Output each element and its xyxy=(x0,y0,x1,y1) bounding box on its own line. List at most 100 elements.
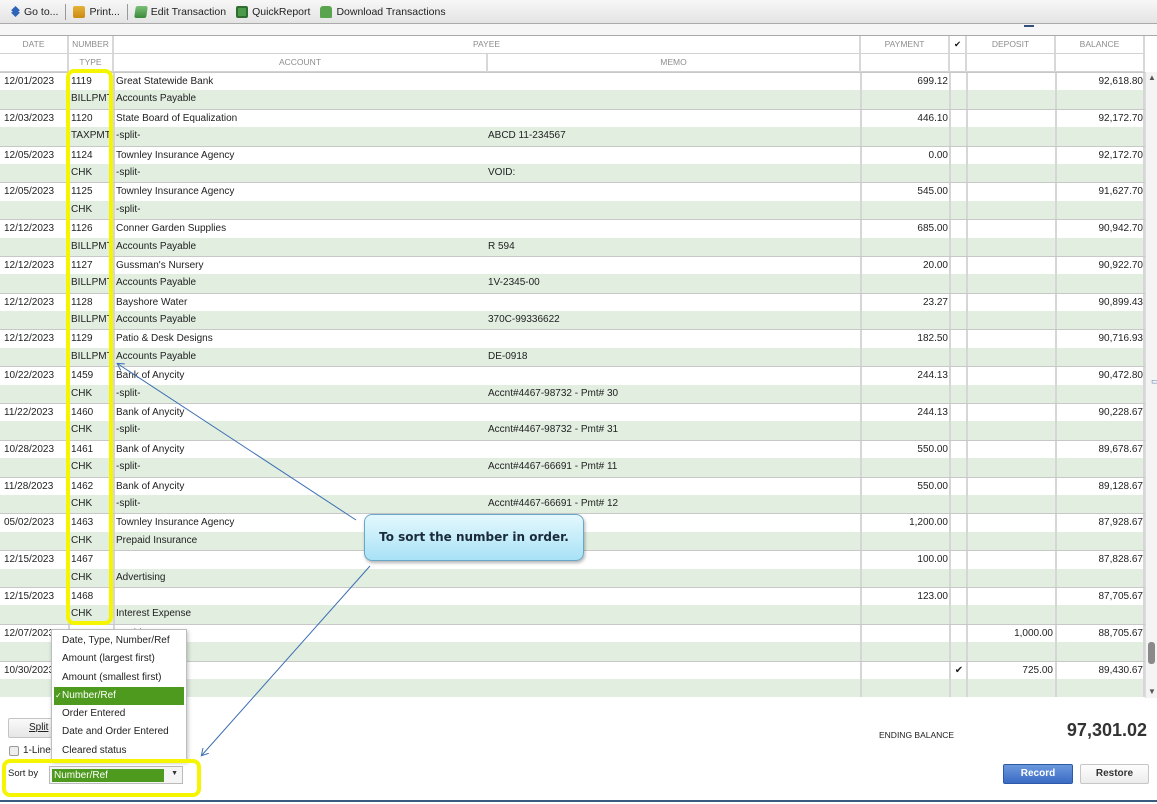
account-cell[interactable]: -split- xyxy=(116,458,484,476)
cleared-cell[interactable] xyxy=(951,404,967,421)
print-button[interactable]: Print... xyxy=(68,2,124,22)
payee-cell[interactable]: Bank of Anycity xyxy=(116,404,856,421)
payment-cell[interactable]: 550.00 xyxy=(862,441,948,458)
date-cell[interactable]: 12/01/2023 xyxy=(4,73,68,90)
deposit-cell[interactable] xyxy=(967,514,1053,531)
scroll-up-arrow-icon[interactable]: ▲ xyxy=(1148,74,1156,82)
restore-button[interactable]: Restore xyxy=(1080,764,1149,784)
memo-cell[interactable]: 1V-2345-00 xyxy=(488,274,858,292)
memo-cell[interactable]: R 594 xyxy=(488,238,858,256)
account-cell[interactable]: -split- xyxy=(116,164,484,182)
transaction-row-detail[interactable]: CHK -split- Accnt#4467-98732 - Pmt# 30 xyxy=(0,384,1145,404)
cleared-cell[interactable] xyxy=(951,441,967,458)
deposit-cell[interactable] xyxy=(967,183,1053,200)
payee-cell[interactable]: Bank of Anycity xyxy=(116,367,856,384)
date-cell[interactable]: 12/15/2023 xyxy=(4,551,68,568)
payment-cell[interactable]: 23.27 xyxy=(862,294,948,311)
number-cell[interactable]: 1459 xyxy=(71,367,113,384)
cleared-cell[interactable] xyxy=(951,514,967,531)
column-header-payment[interactable]: PAYMENT xyxy=(861,36,950,54)
payment-cell[interactable]: 123.00 xyxy=(862,588,948,605)
transaction-row-detail[interactable]: BILLPMT Accounts Payable R 594 xyxy=(0,237,1145,256)
cleared-cell[interactable] xyxy=(951,257,967,274)
payee-cell[interactable]: State Board of Equalization xyxy=(116,110,856,127)
account-cell[interactable]: -split- xyxy=(116,495,484,513)
memo-cell[interactable]: VOID: xyxy=(488,164,858,182)
date-cell[interactable]: 11/28/2023 xyxy=(4,478,68,495)
cleared-cell[interactable] xyxy=(951,294,967,311)
payee-cell[interactable]: Townley Insurance Agency xyxy=(116,183,856,200)
transaction-row[interactable]: 11/22/2023 1460 Bank of Anycity 244.13 90,22… xyxy=(0,403,1145,422)
transaction-row-detail[interactable]: BILLPMT Accounts Payable 370C-99336622 xyxy=(0,311,1145,330)
transaction-row[interactable]: 12/01/2023 1119 Great Statewide Bank 699.12… xyxy=(0,72,1145,91)
account-cell[interactable]: Interest Expense xyxy=(116,605,484,623)
transaction-row-detail[interactable]: CHK -split- Accnt#4467-66691 - Pmt# 11 xyxy=(0,458,1145,477)
date-cell[interactable]: 10/28/2023 xyxy=(4,441,68,458)
sort-option[interactable]: Amount (largest first) xyxy=(52,650,186,668)
transaction-row-detail[interactable]: CHK Interest Expense xyxy=(0,605,1145,624)
one-line-toggle[interactable]: 1-Line xyxy=(9,745,51,756)
date-cell[interactable]: 12/15/2023 xyxy=(4,588,68,605)
memo-cell[interactable]: Accnt#4467-66691 - Pmt# 11 xyxy=(488,458,858,476)
number-cell[interactable]: 1462 xyxy=(71,478,113,495)
account-cell[interactable]: Accounts Payable xyxy=(116,274,484,292)
deposit-cell[interactable] xyxy=(967,257,1053,274)
quickreport-button[interactable]: QuickReport xyxy=(231,2,315,22)
memo-cell[interactable]: Accnt#4467-66691 - Pmt# 12 xyxy=(488,495,858,513)
transaction-row[interactable]: 12/12/2023 1129 Patio & Desk Designs 182.50… xyxy=(0,329,1145,348)
cleared-cell[interactable] xyxy=(951,147,967,164)
scroll-down-arrow-icon[interactable]: ▼ xyxy=(1148,688,1156,696)
date-cell[interactable]: 12/12/2023 xyxy=(4,257,68,274)
transaction-row-detail[interactable]: CHK Advertising xyxy=(0,568,1145,587)
transaction-row-detail[interactable]: BILLPMT Accounts Payable DE-0918 xyxy=(0,347,1145,367)
account-cell[interactable]: Advertising xyxy=(116,569,484,587)
transaction-row-detail[interactable]: BILLPMT Accounts Payable 1V-2345-00 xyxy=(0,274,1145,293)
date-cell[interactable]: 05/02/2023 xyxy=(4,514,68,531)
transaction-row-detail[interactable]: CHK -split- Accnt#4467-98732 - Pmt# 31 xyxy=(0,421,1145,440)
memo-cell[interactable] xyxy=(488,90,858,108)
goto-button[interactable]: Go to... xyxy=(6,2,63,22)
payee-cell[interactable]: Residence xyxy=(116,625,856,642)
number-cell[interactable]: 1128 xyxy=(71,294,113,311)
payee-cell[interactable]: Patio & Desk Designs xyxy=(116,330,856,347)
payment-cell[interactable]: 244.13 xyxy=(862,404,948,421)
payee-cell[interactable]: Bayshore Water xyxy=(116,294,856,311)
date-cell[interactable]: 12/12/2023 xyxy=(4,220,68,237)
transaction-row-detail[interactable]: CHK -split- xyxy=(0,200,1145,220)
deposit-cell[interactable] xyxy=(967,220,1053,237)
transaction-row[interactable]: 11/28/2023 1462 Bank of Anycity 550.00 89,12… xyxy=(0,476,1145,495)
number-cell[interactable]: 1125 xyxy=(71,183,113,200)
date-cell[interactable]: 12/05/2023 xyxy=(4,147,68,164)
account-cell[interactable]: Accounts Payable xyxy=(116,348,484,366)
column-header-balance[interactable]: BALANCE xyxy=(1056,36,1145,54)
memo-cell[interactable]: 370C-99336622 xyxy=(488,311,858,329)
memo-cell[interactable]: DE-0918 xyxy=(488,348,858,366)
deposit-cell[interactable]: 725.00 xyxy=(967,662,1053,679)
account-cell[interactable]: Accounts Payable xyxy=(116,238,484,256)
payment-cell[interactable]: 20.00 xyxy=(862,257,948,274)
payee-cell[interactable]: Bank of Anycity xyxy=(116,441,856,458)
transaction-row[interactable]: 10/22/2023 1459 Bank of Anycity 244.13 90,47… xyxy=(0,366,1145,385)
number-cell[interactable]: 1129 xyxy=(71,330,113,347)
deposit-cell[interactable] xyxy=(967,551,1053,568)
cleared-cell[interactable] xyxy=(951,625,967,642)
transaction-row[interactable]: 12/12/2023 1128 Bayshore Water 23.27 90,899.… xyxy=(0,292,1145,312)
payee-cell[interactable]: Townley Insurance Agency xyxy=(116,147,856,164)
column-header-cleared[interactable]: ✔ xyxy=(950,36,967,54)
column-header-memo[interactable]: MEMO xyxy=(488,54,861,72)
payee-cell[interactable]: Conner Garden Supplies xyxy=(116,220,856,237)
number-cell[interactable]: 1120 xyxy=(71,110,113,127)
one-line-checkbox[interactable] xyxy=(9,745,19,756)
chevron-down-icon[interactable]: ▼ xyxy=(171,770,178,777)
deposit-cell[interactable] xyxy=(967,110,1053,127)
memo-cell[interactable]: Accnt#4467-98732 - Pmt# 31 xyxy=(488,421,858,439)
cleared-cell[interactable] xyxy=(951,73,967,90)
download-transactions-button[interactable]: Download Transactions xyxy=(315,2,450,22)
account-cell[interactable]: -split- xyxy=(116,421,484,439)
edit-transaction-button[interactable]: Edit Transaction xyxy=(130,2,231,22)
sort-option[interactable]: Order Entered xyxy=(52,705,186,723)
deposit-cell[interactable] xyxy=(967,294,1053,311)
payment-cell[interactable] xyxy=(862,625,948,642)
number-cell[interactable]: 1463 xyxy=(71,514,113,531)
memo-cell[interactable] xyxy=(488,569,858,587)
